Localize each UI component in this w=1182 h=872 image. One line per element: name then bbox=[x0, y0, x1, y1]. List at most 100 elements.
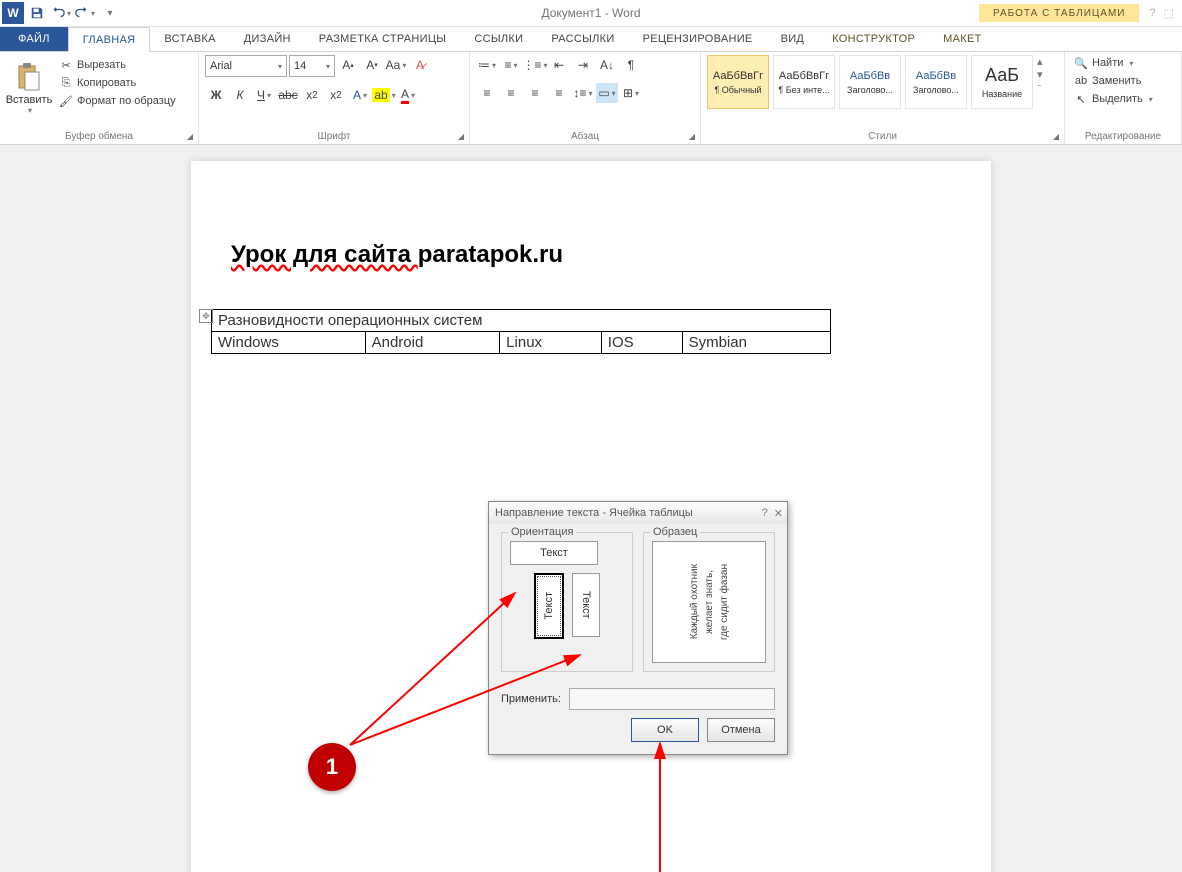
style-normal[interactable]: АаБбВвГг¶ Обычный bbox=[707, 55, 769, 109]
ok-button[interactable]: OK bbox=[631, 718, 699, 742]
font-dialog-launcher[interactable]: ◢ bbox=[455, 130, 467, 142]
tab-review[interactable]: РЕЦЕНЗИРОВАНИЕ bbox=[629, 27, 767, 51]
change-case-button[interactable]: Aa▾ bbox=[385, 55, 407, 75]
table-cell[interactable]: Android bbox=[365, 332, 500, 354]
sample-fieldset: Образец Каждый охотник желает знать, где… bbox=[643, 532, 775, 672]
ribbon: Вставить ▾ ✂Вырезать ⎘Копировать 🖌Формат… bbox=[0, 52, 1182, 145]
ribbon-collapse-icon[interactable]: ⬚ bbox=[1164, 7, 1174, 20]
align-right-button[interactable]: ≡ bbox=[524, 83, 546, 103]
bullets-button[interactable]: ≔▾ bbox=[476, 55, 498, 75]
tab-mailings[interactable]: РАССЫЛКИ bbox=[537, 27, 628, 51]
dialog-help-icon[interactable]: ? bbox=[762, 507, 768, 520]
dialog-close-icon[interactable]: ✕ bbox=[774, 507, 783, 520]
tab-constructor[interactable]: КОНСТРУКТОР bbox=[818, 27, 929, 51]
style-no-spacing[interactable]: АаБбВвГг¶ Без инте... bbox=[773, 55, 835, 109]
align-center-button[interactable]: ≡ bbox=[500, 83, 522, 103]
qat-customize-icon[interactable]: ▾ bbox=[98, 2, 120, 24]
paste-button[interactable]: Вставить ▾ bbox=[6, 55, 52, 121]
shading-button[interactable]: ▭▾ bbox=[596, 83, 618, 103]
table-cell[interactable]: IOS bbox=[601, 332, 682, 354]
text-effects-button[interactable]: A▾ bbox=[349, 85, 371, 105]
style-title[interactable]: АаБНазвание bbox=[971, 55, 1033, 109]
style-heading1[interactable]: АаБбВвЗаголово... bbox=[839, 55, 901, 109]
tab-design[interactable]: ДИЗАЙН bbox=[230, 27, 305, 51]
style-heading2[interactable]: АаБбВвЗаголово... bbox=[905, 55, 967, 109]
cancel-button[interactable]: Отмена bbox=[707, 718, 775, 742]
apply-combo[interactable] bbox=[569, 688, 775, 710]
tab-home[interactable]: ГЛАВНАЯ bbox=[68, 27, 151, 52]
orientation-vertical-down[interactable]: Текст bbox=[572, 573, 600, 637]
group-clipboard: Вставить ▾ ✂Вырезать ⎘Копировать 🖌Формат… bbox=[0, 52, 199, 144]
tab-insert[interactable]: ВСТАВКА bbox=[150, 27, 229, 51]
save-icon[interactable] bbox=[26, 2, 48, 24]
multilevel-button[interactable]: ⋮≡▾ bbox=[524, 55, 546, 75]
orientation-vertical-up[interactable]: Текст bbox=[534, 573, 564, 639]
table-cell[interactable]: Symbian bbox=[682, 332, 830, 354]
increase-indent-button[interactable]: ⇥ bbox=[572, 55, 594, 75]
tab-view[interactable]: ВИД bbox=[767, 27, 819, 51]
document-heading: Урок для сайта paratapok.ru bbox=[231, 241, 951, 269]
orientation-fieldset: Ориентация Текст Текст Текст bbox=[501, 532, 633, 672]
document-table[interactable]: Разновидности операционных систем Window… bbox=[211, 309, 831, 354]
numbering-button[interactable]: ≡▾ bbox=[500, 55, 522, 75]
redo-icon[interactable]: ▾ bbox=[74, 2, 96, 24]
quick-access-toolbar: W ▾ ▾ ▾ bbox=[0, 2, 120, 24]
title-bar: W ▾ ▾ ▾ Документ1 - Word РАБОТА С ТАБЛИЦ… bbox=[0, 0, 1182, 27]
ribbon-tabs: ФАЙЛ ГЛАВНАЯ ВСТАВКА ДИЗАЙН РАЗМЕТКА СТР… bbox=[0, 27, 1182, 52]
replace-button[interactable]: abЗаменить bbox=[1071, 73, 1156, 89]
table-cell[interactable]: Linux bbox=[500, 332, 602, 354]
borders-button[interactable]: ⊞▾ bbox=[620, 83, 642, 103]
text-direction-dialog: Направление текста - Ячейка таблицы ? ✕ … bbox=[488, 501, 788, 755]
clear-format-button[interactable]: A̷ bbox=[409, 55, 431, 75]
decrease-indent-button[interactable]: ⇤ bbox=[548, 55, 570, 75]
search-icon: 🔍 bbox=[1074, 56, 1088, 70]
table-cell[interactable]: Windows bbox=[212, 332, 366, 354]
font-color-button[interactable]: A▾ bbox=[397, 85, 419, 105]
line-spacing-button[interactable]: ↕≡▾ bbox=[572, 83, 594, 103]
marker-1: 1 bbox=[308, 743, 356, 791]
select-button[interactable]: ↖Выделить▾ bbox=[1071, 91, 1156, 107]
align-left-button[interactable]: ≡ bbox=[476, 83, 498, 103]
tab-references[interactable]: ССЫЛКИ bbox=[460, 27, 537, 51]
group-editing: 🔍Найти▾ abЗаменить ↖Выделить▾ Редактиров… bbox=[1065, 52, 1182, 144]
bold-button[interactable]: Ж bbox=[205, 85, 227, 105]
table-header-cell[interactable]: Разновидности операционных систем bbox=[212, 310, 831, 332]
undo-icon[interactable]: ▾ bbox=[50, 2, 72, 24]
superscript-button[interactable]: x2 bbox=[325, 85, 347, 105]
underline-button[interactable]: Ч▾ bbox=[253, 85, 275, 105]
format-painter-button[interactable]: 🖌Формат по образцу bbox=[56, 93, 179, 109]
orientation-horizontal[interactable]: Текст bbox=[510, 541, 598, 565]
tab-file[interactable]: ФАЙЛ bbox=[0, 27, 68, 51]
strike-button[interactable]: abc bbox=[277, 85, 299, 105]
subscript-button[interactable]: x2 bbox=[301, 85, 323, 105]
italic-button[interactable]: К bbox=[229, 85, 251, 105]
document-area: ✥ Урок для сайта paratapok.ru Разновидно… bbox=[0, 145, 1182, 872]
copy-button[interactable]: ⎘Копировать bbox=[56, 75, 179, 91]
contextual-tab-label: РАБОТА С ТАБЛИЦАМИ bbox=[979, 4, 1139, 22]
cut-button[interactable]: ✂Вырезать bbox=[56, 57, 179, 73]
styles-dialog-launcher[interactable]: ◢ bbox=[1050, 130, 1062, 142]
tab-page-layout[interactable]: РАЗМЕТКА СТРАНИЦЫ bbox=[305, 27, 461, 51]
dialog-titlebar[interactable]: Направление текста - Ячейка таблицы ? ✕ bbox=[489, 502, 787, 524]
apply-label: Применить: bbox=[501, 693, 561, 705]
find-button[interactable]: 🔍Найти▾ bbox=[1071, 55, 1156, 71]
replace-icon: ab bbox=[1074, 74, 1088, 88]
help-icon[interactable]: ? bbox=[1149, 7, 1155, 20]
paragraph-dialog-launcher[interactable]: ◢ bbox=[686, 130, 698, 142]
show-marks-button[interactable]: ¶ bbox=[620, 55, 642, 75]
font-size-combo[interactable]: 14▾ bbox=[289, 55, 335, 77]
highlight-button[interactable]: ab▾ bbox=[373, 85, 395, 105]
copy-icon: ⎘ bbox=[59, 76, 73, 90]
font-name-combo[interactable]: Arial▾ bbox=[205, 55, 287, 77]
grow-font-button[interactable]: A▴ bbox=[337, 55, 359, 75]
shrink-font-button[interactable]: A▾ bbox=[361, 55, 383, 75]
paste-icon bbox=[15, 62, 43, 94]
clipboard-dialog-launcher[interactable]: ◢ bbox=[184, 130, 196, 142]
sort-button[interactable]: A↓ bbox=[596, 55, 618, 75]
table-move-handle[interactable]: ✥ bbox=[199, 309, 213, 323]
word-app-icon[interactable]: W bbox=[2, 2, 24, 24]
window-title: Документ1 - Word bbox=[541, 6, 640, 20]
styles-expand[interactable]: ▴▾⎯ bbox=[1037, 55, 1043, 91]
tab-maket[interactable]: МАКЕТ bbox=[929, 27, 995, 51]
justify-button[interactable]: ≡ bbox=[548, 83, 570, 103]
